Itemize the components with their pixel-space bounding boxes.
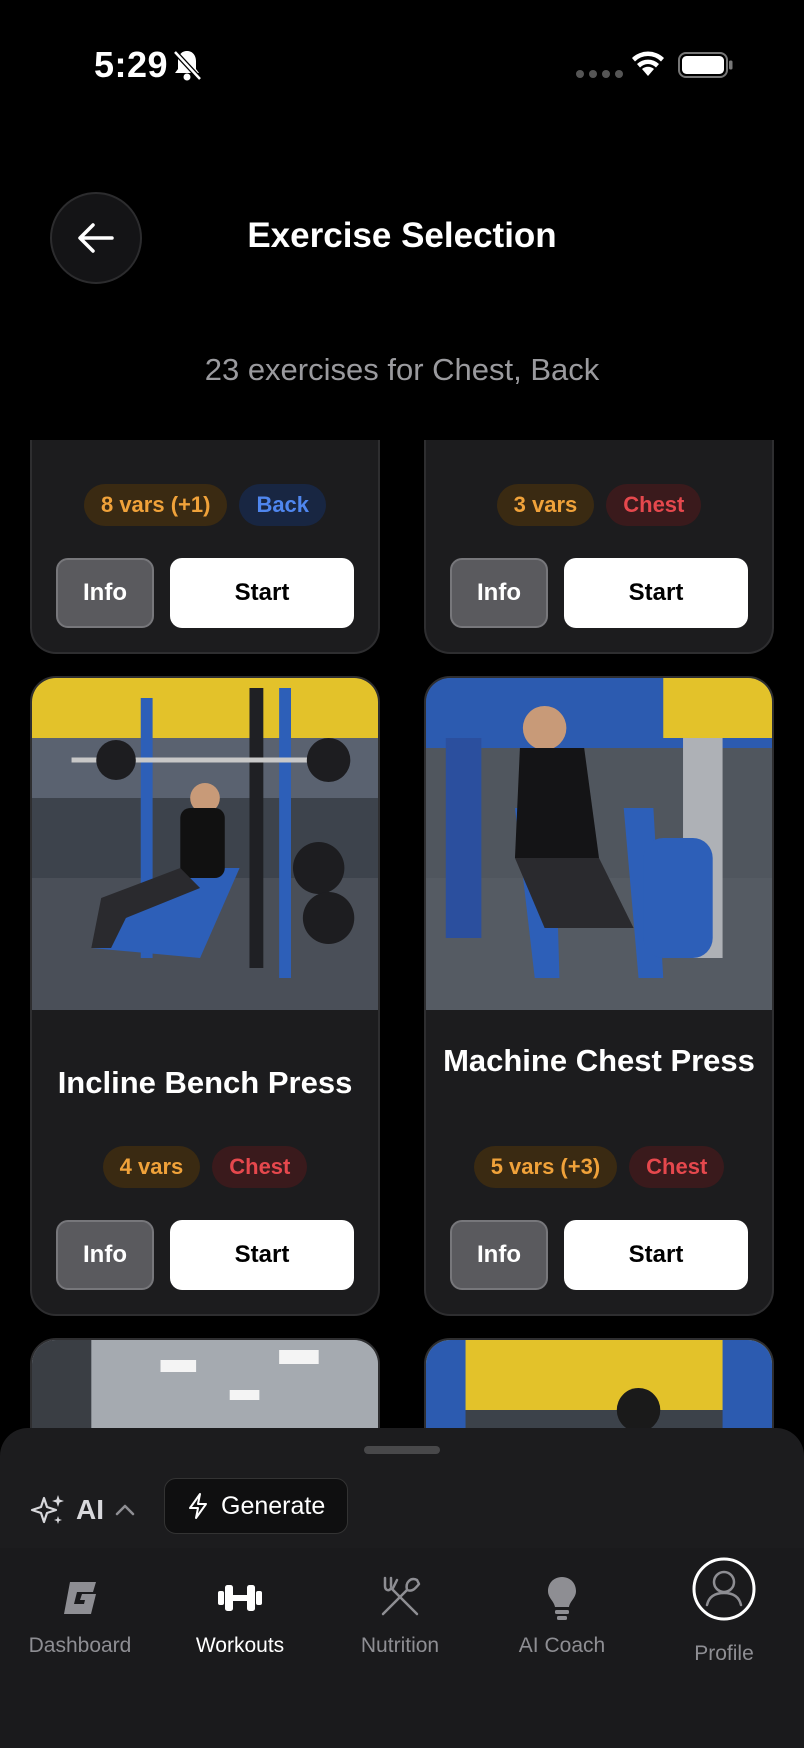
tab-label: Profile xyxy=(694,1642,754,1665)
generate-label: Generate xyxy=(221,1491,326,1520)
muscle-badge-chest: Chest xyxy=(629,1146,725,1188)
exercise-card[interactable]: 8 vars (+1) Back Info Start xyxy=(30,440,380,654)
info-button[interactable]: Info xyxy=(56,1220,154,1290)
status-bar: 5:29 xyxy=(0,0,804,130)
start-button[interactable]: Start xyxy=(564,1220,748,1290)
exercise-title: Incline Bench Press xyxy=(57,1065,353,1100)
person-icon xyxy=(692,1557,756,1621)
cellular-signal-icon xyxy=(576,70,623,78)
exercise-thumbnail xyxy=(32,678,378,1010)
exercise-thumbnail xyxy=(426,678,772,1010)
tab-label: AI Coach xyxy=(518,1634,606,1657)
g-logo-icon xyxy=(64,1582,96,1614)
lightbulb-icon xyxy=(548,1577,576,1620)
ai-toggle[interactable]: AI xyxy=(30,1482,136,1538)
variations-badge: 3 vars xyxy=(496,484,595,526)
chevron-up-icon xyxy=(115,1504,135,1516)
start-button[interactable]: Start xyxy=(564,558,748,628)
info-button[interactable]: Info xyxy=(450,558,548,628)
exercise-card[interactable]: Incline Bench Press 4 vars Chest Info St… xyxy=(30,676,380,1316)
card-badges: 3 vars Chest xyxy=(426,484,772,526)
card-badges: 5 vars (+3) Chest xyxy=(426,1146,772,1188)
bottom-sheet: AI Generate Dashboard Workouts Nutrition… xyxy=(0,1428,804,1748)
tab-label: Workouts xyxy=(195,1634,285,1657)
sparkles-icon xyxy=(30,1495,64,1524)
info-button[interactable]: Info xyxy=(56,558,154,628)
tab-bar: Dashboard Workouts Nutrition AI Coach Pr… xyxy=(0,1548,804,1748)
sheet-drag-handle[interactable] xyxy=(364,1446,440,1454)
ai-label: AI xyxy=(76,1494,104,1525)
start-button[interactable]: Start xyxy=(170,1220,354,1290)
muscle-badge-back: Back xyxy=(239,484,327,526)
battery-icon xyxy=(678,52,733,78)
tab-label: Nutrition xyxy=(360,1634,440,1657)
muscle-badge-chest: Chest xyxy=(212,1146,308,1188)
generate-button[interactable]: Generate xyxy=(164,1478,349,1534)
start-button[interactable]: Start xyxy=(170,558,354,628)
tab-label: Dashboard xyxy=(28,1634,132,1657)
card-badges: 8 vars (+1) Back xyxy=(32,484,378,526)
muscle-badge-chest: Chest xyxy=(606,484,702,526)
status-time: 5:29 xyxy=(94,44,169,85)
wifi-icon xyxy=(632,51,664,76)
variations-badge: 8 vars (+1) xyxy=(83,484,228,526)
exercise-card[interactable]: Machine Chest Press 5 vars (+3) Chest In… xyxy=(424,676,774,1316)
exercise-title: Machine Chest Press xyxy=(443,1043,755,1078)
exercise-count-subtitle: 23 exercises for Chest, Back xyxy=(204,352,600,387)
info-button[interactable]: Info xyxy=(450,1220,548,1290)
variations-badge: 5 vars (+3) xyxy=(473,1146,618,1188)
lightning-icon xyxy=(189,1493,207,1519)
exercise-card[interactable]: 3 vars Chest Info Start xyxy=(424,440,774,654)
variations-badge: 4 vars xyxy=(102,1146,201,1188)
bell-slash-icon xyxy=(173,50,202,81)
dumbbell-icon xyxy=(218,1585,262,1611)
fork-knife-icon xyxy=(381,1576,421,1616)
page-title: Exercise Selection xyxy=(247,216,557,255)
card-badges: 4 vars Chest xyxy=(32,1146,378,1188)
